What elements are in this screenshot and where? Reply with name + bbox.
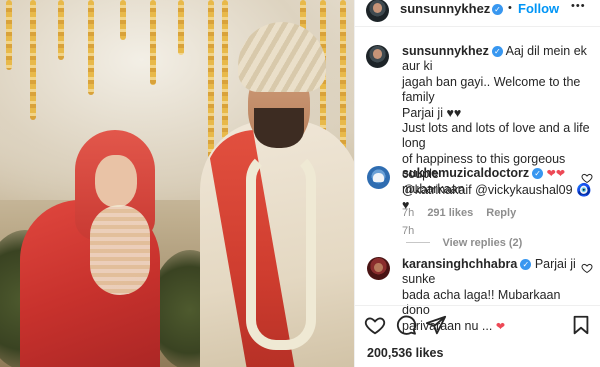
commenter-avatar[interactable] [367,166,390,189]
groom-garland [246,150,316,350]
separator-dot: • [508,2,512,14]
share-paper-plane-icon[interactable] [425,314,447,336]
heart-emoji: ❤ [495,320,506,333]
caption-line: Just lots and lots of love and a life lo… [402,121,590,151]
bride-face [95,155,137,207]
actions-divider [355,305,600,306]
like-comment-heart-icon[interactable] [581,172,593,184]
verified-badge-icon: ✓ [491,46,503,57]
view-replies[interactable]: View replies (2) [406,233,522,251]
author-avatar[interactable] [366,0,389,22]
like-comment-heart-icon[interactable] [581,262,593,274]
comment-username[interactable]: karansinghchhabra [402,257,517,271]
marigold-garland [6,0,12,70]
more-options-icon[interactable]: ••• [571,0,586,12]
comment-bubble-icon[interactable] [395,314,417,336]
verified-badge-icon: ✓ [520,259,532,270]
caption-username[interactable]: sunsunnykhez [402,44,489,58]
caption-line: jagah ban gayi.. Welcome to the family [402,74,581,105]
replies-line [406,242,430,243]
header-divider [355,26,600,27]
comment-username[interactable]: sukhemuzicaldoctorz [402,166,529,180]
marigold-garland [120,0,126,40]
marigold-garland [88,0,94,95]
marigold-garland [178,0,184,55]
marigold-garland [58,0,64,60]
author-username[interactable]: sunsunnykhez [400,1,490,16]
post-header: sunsunnykhez ✓ • Follow ••• [355,0,600,22]
save-bookmark-icon[interactable] [570,314,592,336]
comment-timestamp: 7h [402,206,415,219]
heart-emoji: ❤❤ [546,168,566,180]
marigold-garland [150,0,156,85]
commenter-avatar[interactable] [367,257,390,280]
view-replies-label[interactable]: View replies (2) [442,237,522,249]
comment-text: mubarkaan [402,182,465,197]
groom-beard [254,108,304,148]
comment-likes[interactable]: 291 likes [427,207,473,219]
comment: sukhemuzicaldoctorz ✓ ❤❤ mubarkaan 7h 291… [402,166,582,219]
caption-line: Parjai ji ♥♥ [402,105,462,120]
like-heart-icon[interactable] [364,314,386,336]
post-photo[interactable] [0,0,354,367]
verified-badge-icon: ✓ [492,4,503,15]
marigold-garland [30,0,36,120]
post-sidebar: sunsunnykhez ✓ • Follow ••• sunsunnykhez… [354,0,600,367]
likes-count[interactable]: 200,536 likes [367,346,443,360]
follow-button[interactable]: Follow [518,1,559,16]
verified-badge-icon: ✓ [532,168,544,179]
bride-necklace [90,205,150,295]
reply-button[interactable]: Reply [486,207,516,219]
caption-avatar[interactable] [366,45,389,68]
